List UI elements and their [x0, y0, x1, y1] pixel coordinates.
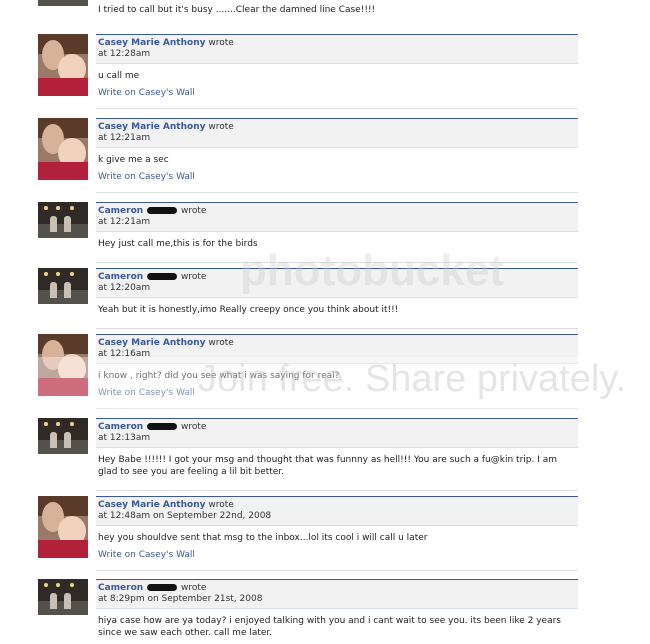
wrote-label: wrote	[180, 206, 207, 216]
post-timestamp: at 12:20am	[98, 283, 151, 293]
post-message: hey you shouldve sent that msg to the in…	[98, 533, 428, 543]
wrote-label: wrote	[208, 500, 234, 510]
avatar[interactable]	[38, 268, 88, 304]
author-link[interactable]: Cameron	[98, 422, 143, 432]
wrote-label: wrote	[208, 38, 234, 48]
author-link[interactable]: Casey Marie Anthony	[98, 122, 205, 132]
post-timestamp: at 12:21am	[98, 133, 151, 143]
avatar[interactable]	[38, 579, 88, 615]
author-link[interactable]: Cameron	[98, 583, 143, 593]
redaction-mark	[147, 273, 178, 280]
avatar[interactable]	[38, 118, 88, 180]
wrote-label: wrote	[180, 583, 207, 593]
post-message: k give me a sec	[98, 155, 169, 165]
redaction-mark	[147, 423, 178, 430]
post-message: Hey just call me,this is for the birds	[98, 239, 258, 249]
write-on-wall-link[interactable]: Write on Casey's Wall	[96, 166, 578, 183]
post-message: I tried to call but it's busy .......Cle…	[98, 5, 376, 15]
wrote-label: wrote	[180, 422, 207, 432]
wrote-label: wrote	[208, 122, 234, 132]
avatar[interactable]	[38, 496, 88, 558]
post-timestamp: at 8:29pm on September 21st, 2008	[98, 594, 263, 604]
redaction-mark	[147, 207, 178, 214]
avatar[interactable]	[38, 334, 88, 396]
author-link[interactable]: Cameron	[98, 206, 143, 216]
post-timestamp: at 12:28am	[98, 49, 151, 59]
author-link[interactable]: Casey Marie Anthony	[98, 338, 205, 348]
post-timestamp: at 12:13am	[98, 433, 151, 443]
post-message: i know , right? did you see what i was s…	[98, 371, 340, 381]
post-message: Hey Babe !!!!!! I got your msg and thoug…	[98, 455, 558, 477]
write-on-wall-link[interactable]: Write on Casey's Wall	[96, 382, 578, 399]
avatar[interactable]	[38, 202, 88, 238]
post-timestamp: at 12:16am	[98, 349, 151, 359]
redaction-mark	[147, 584, 178, 591]
author-link[interactable]: Casey Marie Anthony	[98, 38, 205, 48]
post-timestamp: at 12:21am	[98, 217, 151, 227]
avatar[interactable]	[38, 34, 88, 96]
post-message: Yeah but it is honestly,imo Really creep…	[98, 305, 399, 315]
avatar[interactable]	[38, 0, 88, 6]
post-message: hiya case how are ya today? i enjoyed ta…	[98, 616, 561, 638]
author-link[interactable]: Cameron	[98, 272, 143, 282]
wrote-label: wrote	[208, 338, 234, 348]
post-message: u call me	[98, 71, 140, 81]
avatar[interactable]	[38, 418, 88, 454]
write-on-wall-link[interactable]: Write on Casey's Wall	[96, 82, 578, 99]
post-timestamp: at 12:48am on September 22nd, 2008	[98, 511, 272, 521]
author-link[interactable]: Casey Marie Anthony	[98, 500, 205, 510]
wrote-label: wrote	[180, 272, 207, 282]
write-on-wall-link[interactable]: Write on Casey's Wall	[96, 544, 578, 561]
